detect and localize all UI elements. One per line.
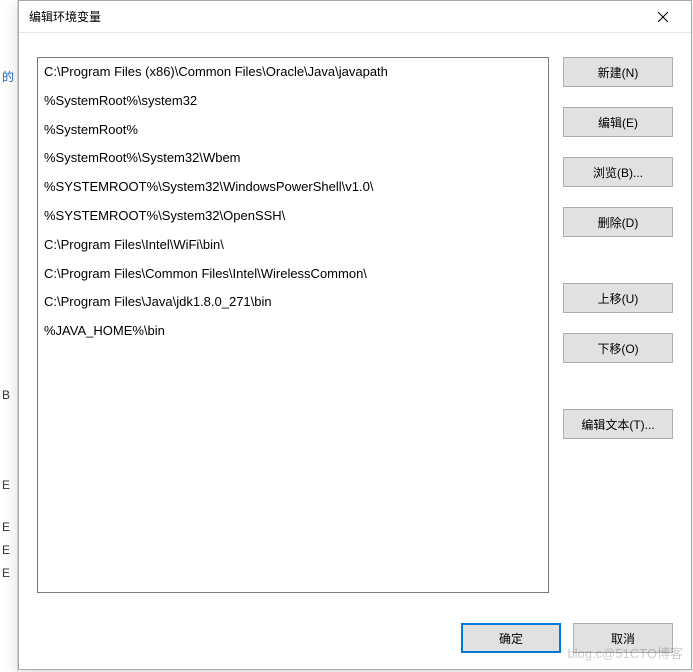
delete-button[interactable]: 删除(D): [563, 207, 673, 237]
dialog-title: 编辑环境变量: [29, 8, 101, 25]
button-column: 新建(N) 编辑(E) 浏览(B)... 删除(D) 上移(U) 下移(O) 编…: [563, 57, 673, 603]
bg-char: B: [2, 388, 10, 402]
browse-button[interactable]: 浏览(B)...: [563, 157, 673, 187]
list-item[interactable]: %JAVA_HOME%\bin: [38, 317, 548, 346]
list-item[interactable]: %SystemRoot%: [38, 116, 548, 145]
movedown-button[interactable]: 下移(O): [563, 333, 673, 363]
list-item[interactable]: %SystemRoot%\system32: [38, 87, 548, 116]
edittext-button[interactable]: 编辑文本(T)...: [563, 409, 673, 439]
close-button[interactable]: [643, 3, 683, 31]
list-item[interactable]: %SystemRoot%\System32\Wbem: [38, 144, 548, 173]
bg-char: E: [2, 566, 10, 580]
path-listbox[interactable]: C:\Program Files (x86)\Common Files\Orac…: [37, 57, 549, 593]
list-item[interactable]: %SYSTEMROOT%\System32\WindowsPowerShell\…: [38, 173, 548, 202]
list-item[interactable]: C:\Program Files\Common Files\Intel\Wire…: [38, 260, 548, 289]
edit-button[interactable]: 编辑(E): [563, 107, 673, 137]
bg-char: E: [2, 543, 10, 557]
list-item[interactable]: C:\Program Files (x86)\Common Files\Orac…: [38, 58, 548, 87]
bg-char: E: [2, 478, 10, 492]
edit-env-var-dialog: 编辑环境变量 C:\Program Files (x86)\Common Fil…: [18, 0, 692, 670]
cancel-button[interactable]: 取消: [573, 623, 673, 653]
titlebar: 编辑环境变量: [19, 1, 691, 33]
dialog-content: C:\Program Files (x86)\Common Files\Orac…: [19, 33, 691, 669]
list-item[interactable]: C:\Program Files\Java\jdk1.8.0_271\bin: [38, 288, 548, 317]
close-icon: [658, 12, 668, 22]
moveup-button[interactable]: 上移(U): [563, 283, 673, 313]
ok-button[interactable]: 确定: [461, 623, 561, 653]
bg-char: 的: [2, 68, 14, 85]
footer-buttons: 确定 取消: [37, 623, 673, 653]
list-item[interactable]: C:\Program Files\Intel\WiFi\bin\: [38, 231, 548, 260]
list-item[interactable]: %SYSTEMROOT%\System32\OpenSSH\: [38, 202, 548, 231]
bg-char: E: [2, 520, 10, 534]
new-button[interactable]: 新建(N): [563, 57, 673, 87]
